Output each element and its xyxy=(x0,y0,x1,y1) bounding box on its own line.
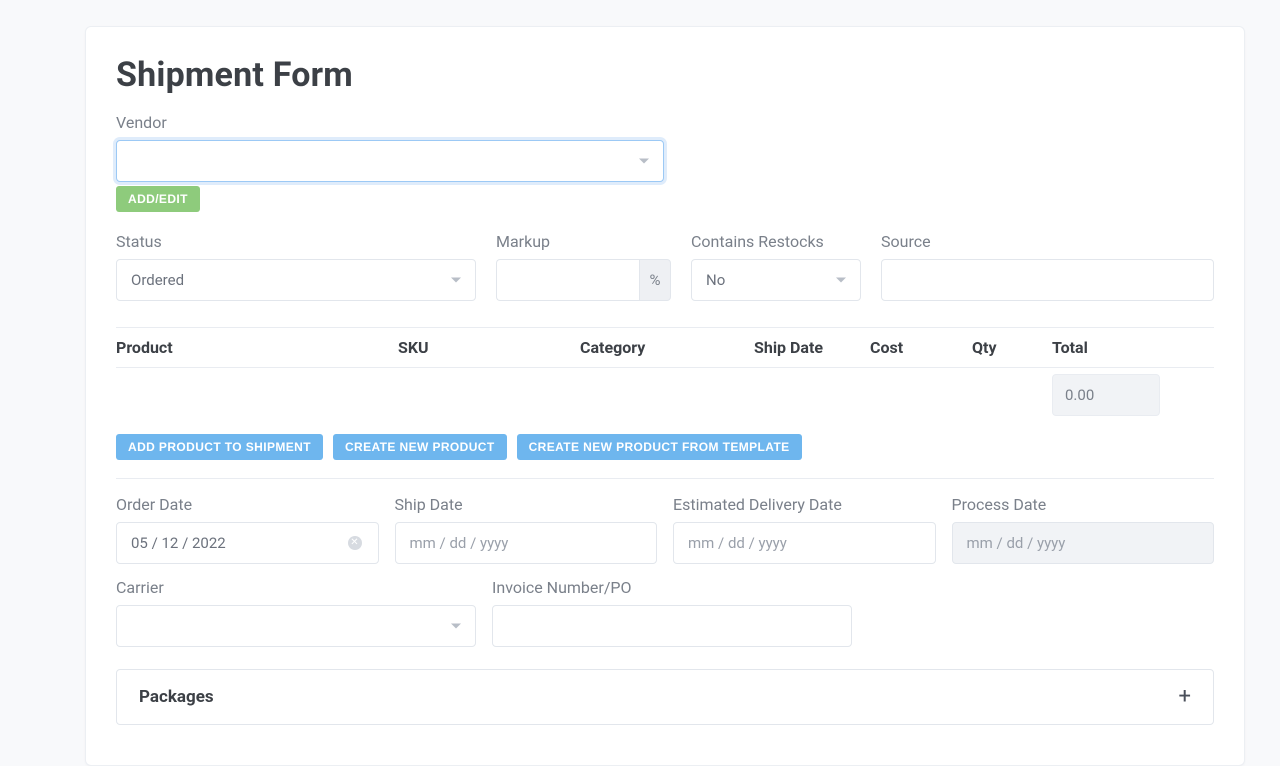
add-edit-vendor-button[interactable]: ADD/EDIT xyxy=(116,186,200,212)
source-label: Source xyxy=(881,232,1214,251)
restocks-value: No xyxy=(706,271,725,289)
status-select[interactable]: Ordered xyxy=(116,259,476,301)
product-buttons: ADD PRODUCT TO SHIPMENT CREATE NEW PRODU… xyxy=(116,434,1214,460)
carrier-select[interactable] xyxy=(116,605,476,647)
vendor-label: Vendor xyxy=(116,113,664,132)
chevron-down-icon xyxy=(451,624,461,629)
page-title: Shipment Form xyxy=(116,55,1214,95)
packages-accordion[interactable]: Packages + xyxy=(116,669,1214,725)
chevron-down-icon xyxy=(451,278,461,283)
process-date-label: Process Date xyxy=(952,495,1215,514)
edd-label: Estimated Delivery Date xyxy=(673,495,936,514)
products-total-row: 0.00 xyxy=(116,368,1214,416)
products-total-value: 0.00 xyxy=(1052,374,1160,416)
clear-icon[interactable]: ✕ xyxy=(348,536,362,550)
vendor-select[interactable] xyxy=(116,140,664,182)
edd-placeholder: mm / dd / yyyy xyxy=(688,534,787,552)
carrier-label: Carrier xyxy=(116,578,476,597)
dates-row: Order Date 05 / 12 / 2022 ✕ Ship Date mm… xyxy=(116,495,1214,564)
products-table-header: Product SKU Category Ship Date Cost Qty … xyxy=(116,327,1214,368)
add-product-button[interactable]: ADD PRODUCT TO SHIPMENT xyxy=(116,434,323,460)
process-date-input[interactable]: mm / dd / yyyy xyxy=(952,522,1215,564)
invoice-input[interactable] xyxy=(492,605,852,647)
col-product: Product xyxy=(116,338,398,357)
status-value: Ordered xyxy=(131,271,184,289)
status-row: Status Ordered Markup % Contains Restock… xyxy=(116,232,1214,301)
markup-field: % xyxy=(496,259,671,301)
process-date-placeholder: mm / dd / yyyy xyxy=(967,534,1066,552)
create-product-button[interactable]: CREATE NEW PRODUCT xyxy=(333,434,507,460)
markup-input[interactable] xyxy=(496,259,639,301)
col-cost: Cost xyxy=(870,338,972,357)
ship-date-placeholder: mm / dd / yyyy xyxy=(410,534,509,552)
divider xyxy=(116,478,1214,479)
edd-input[interactable]: mm / dd / yyyy xyxy=(673,522,936,564)
shipment-form-card: Shipment Form Vendor ADD/EDIT Status Ord… xyxy=(85,26,1245,766)
vendor-field-group: Vendor ADD/EDIT xyxy=(116,113,664,212)
order-date-value: 05 / 12 / 2022 xyxy=(131,534,226,552)
carrier-invoice-row: Carrier Invoice Number/PO xyxy=(116,578,1214,647)
plus-icon: + xyxy=(1179,686,1191,708)
create-from-template-button[interactable]: CREATE NEW PRODUCT FROM TEMPLATE xyxy=(517,434,802,460)
col-ship: Ship Date xyxy=(754,338,870,357)
col-sku: SKU xyxy=(398,338,580,357)
order-date-input[interactable]: 05 / 12 / 2022 ✕ xyxy=(116,522,379,564)
col-total: Total xyxy=(1052,338,1214,357)
source-input[interactable] xyxy=(881,259,1214,301)
ship-date-label: Ship Date xyxy=(395,495,658,514)
markup-percent-addon: % xyxy=(639,259,671,301)
restocks-label: Contains Restocks xyxy=(691,232,861,251)
markup-label: Markup xyxy=(496,232,671,251)
ship-date-input[interactable]: mm / dd / yyyy xyxy=(395,522,658,564)
invoice-label: Invoice Number/PO xyxy=(492,578,852,597)
restocks-select[interactable]: No xyxy=(691,259,861,301)
col-qty: Qty xyxy=(972,338,1052,357)
packages-label: Packages xyxy=(139,687,214,707)
order-date-label: Order Date xyxy=(116,495,379,514)
status-label: Status xyxy=(116,232,476,251)
chevron-down-icon xyxy=(639,159,649,164)
col-category: Category xyxy=(580,338,754,357)
chevron-down-icon xyxy=(836,278,846,283)
